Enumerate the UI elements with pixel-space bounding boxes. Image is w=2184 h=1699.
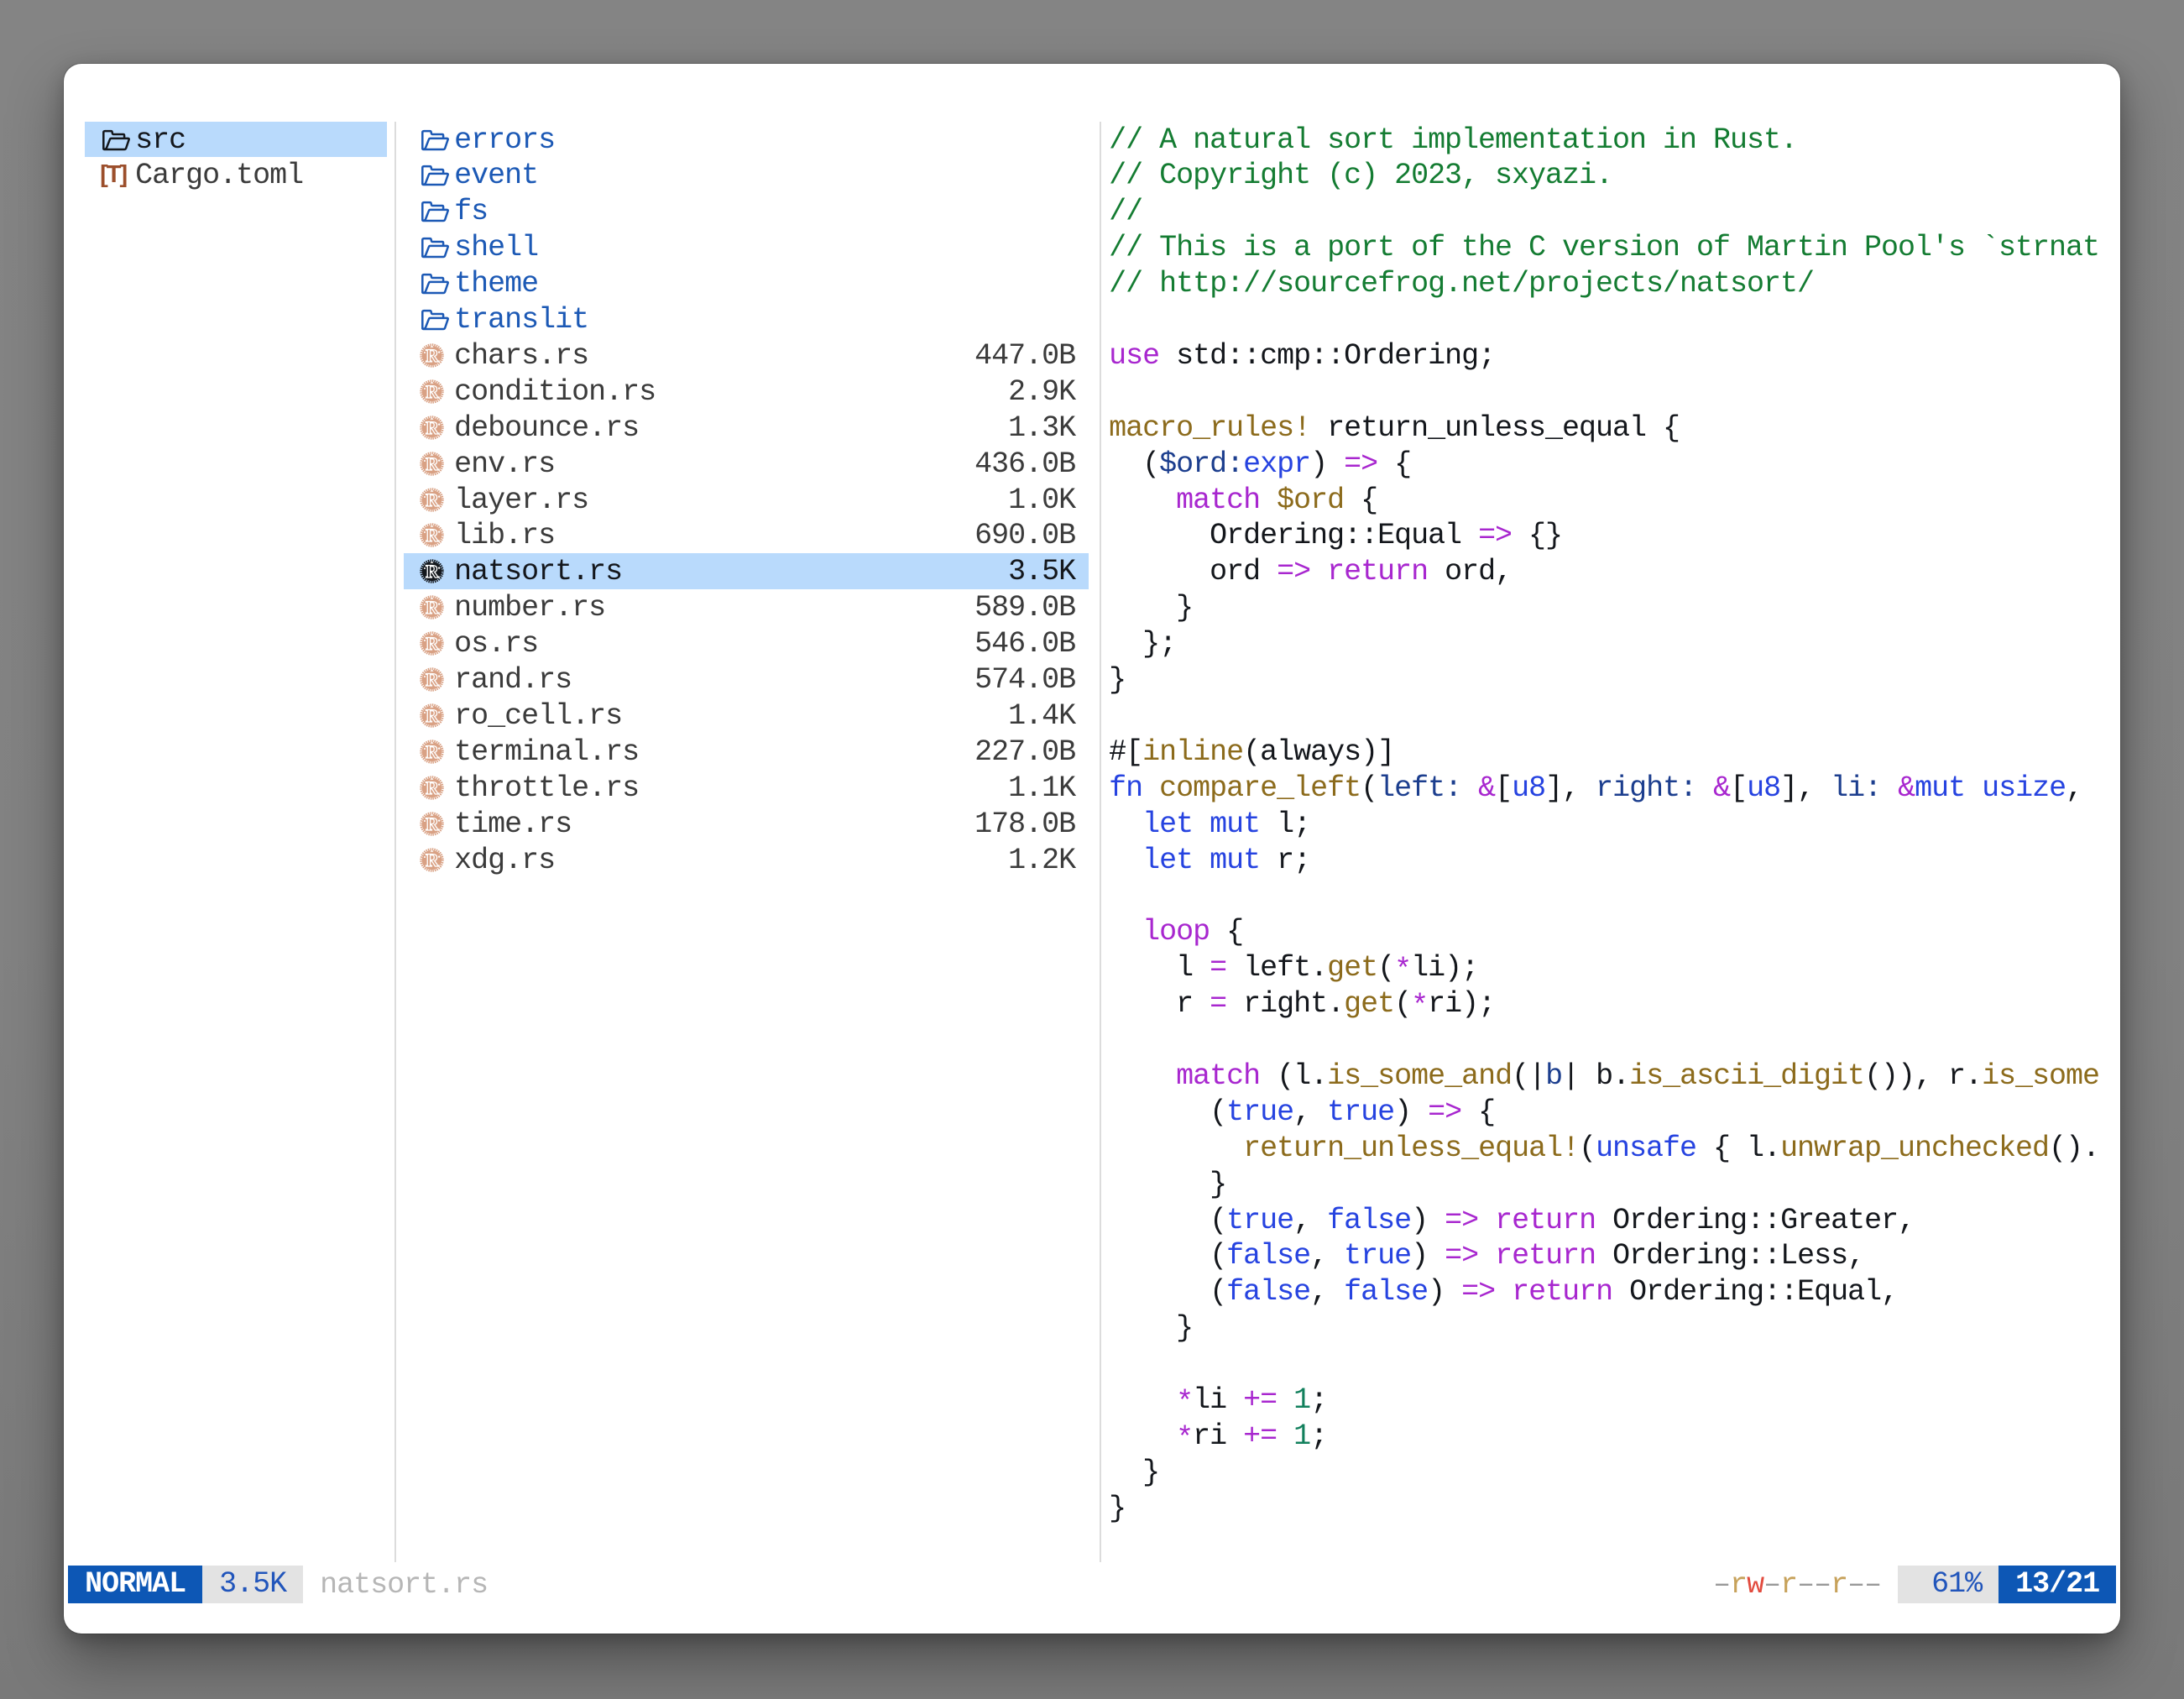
- svg-text:R: R: [426, 561, 440, 582]
- svg-text:R: R: [426, 381, 440, 402]
- svg-text:R: R: [426, 669, 440, 690]
- svg-text:R: R: [426, 776, 440, 797]
- svg-text:R: R: [426, 705, 440, 726]
- svg-text:R: R: [426, 849, 440, 870]
- svg-text:R: R: [426, 416, 440, 437]
- svg-text:R: R: [426, 597, 440, 618]
- svg-text:R: R: [426, 525, 440, 546]
- svg-text:R: R: [426, 452, 440, 473]
- svg-text:R: R: [426, 741, 440, 762]
- svg-text:R: R: [426, 813, 440, 834]
- svg-text:R: R: [426, 345, 440, 366]
- svg-text:R: R: [426, 633, 440, 654]
- svg-text:R: R: [426, 489, 440, 510]
